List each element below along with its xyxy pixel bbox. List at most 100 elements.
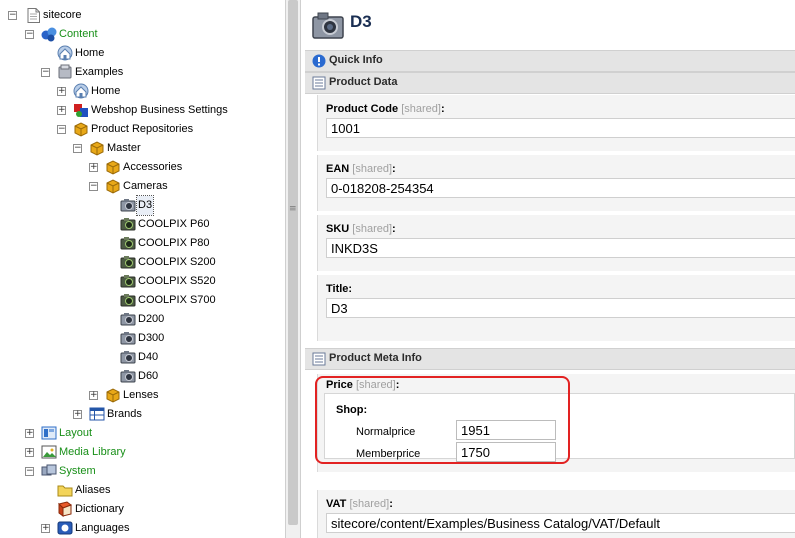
tree-item-camera[interactable]: COOLPIX S520	[0, 272, 220, 291]
tree-item-cameras[interactable]: − Cameras	[0, 177, 200, 196]
product-code-input[interactable]: 1001	[326, 118, 795, 138]
camera-icon	[120, 349, 136, 365]
tree-label[interactable]: COOLPIX S700	[137, 291, 217, 310]
tree-item-accessories[interactable]: + Accessories	[0, 158, 200, 177]
tree-item-camera[interactable]: D40	[0, 348, 200, 367]
collapse-toggle[interactable]: −	[89, 182, 98, 191]
normalprice-input[interactable]: 1951	[456, 420, 556, 440]
camera-icon	[120, 273, 136, 289]
tree-item-webshop-settings[interactable]: + Webshop Business Settings	[0, 101, 240, 120]
camera-icon	[120, 330, 136, 346]
tree-scrollbar[interactable]	[285, 0, 301, 538]
tree-item-languages[interactable]: + Languages	[0, 519, 150, 538]
tree-label[interactable]: COOLPIX S200	[137, 253, 217, 272]
tree-item-camera[interactable]: COOLPIX S700	[0, 291, 220, 310]
section-product-meta-info[interactable]: Product Meta Info	[305, 348, 795, 370]
system-icon	[41, 463, 57, 479]
tree-label[interactable]: D60	[137, 367, 159, 386]
camera-icon	[120, 311, 136, 327]
expand-toggle[interactable]: +	[57, 87, 66, 96]
sku-input[interactable]: INKD3S	[326, 238, 795, 258]
tree-item-media-library[interactable]: + Media Library	[0, 443, 170, 462]
tree-label[interactable]: Lenses	[122, 386, 159, 405]
tree-label[interactable]: D40	[137, 348, 159, 367]
tree-item-camera[interactable]: COOLPIX P80	[0, 234, 220, 253]
price-editor: Shop: Normalprice 1951 Memberprice 1750	[324, 393, 795, 462]
title-input[interactable]: D3	[326, 298, 795, 318]
tree-label[interactable]: System	[58, 462, 97, 481]
expand-toggle[interactable]: +	[73, 410, 82, 419]
tree-label[interactable]: Aliases	[74, 481, 111, 500]
tree-item-lenses[interactable]: + Lenses	[0, 386, 200, 405]
vat-input[interactable]: sitecore/content/Examples/Business Catal…	[326, 513, 795, 533]
tree-label[interactable]: Examples	[74, 63, 124, 82]
camera-icon	[120, 292, 136, 308]
tree-item-camera[interactable]: COOLPIX P60	[0, 215, 220, 234]
collapse-toggle[interactable]: −	[25, 467, 34, 476]
tree-label[interactable]: Master	[106, 139, 142, 158]
splitter-grip-icon[interactable]: ≡	[289, 204, 297, 214]
collapse-toggle[interactable]: −	[41, 68, 50, 77]
tree-item-sitecore[interactable]: − sitecore	[0, 6, 100, 25]
section-quick-info[interactable]: Quick Info	[305, 50, 795, 72]
tree-label[interactable]: Webshop Business Settings	[90, 101, 229, 120]
collapse-toggle[interactable]: −	[73, 144, 82, 153]
normalprice-label: Normalprice	[356, 426, 416, 438]
expand-toggle[interactable]: +	[89, 391, 98, 400]
memberprice-input[interactable]: 1750	[456, 442, 556, 462]
tree-item-master[interactable]: − Master	[0, 139, 160, 158]
tree-item-content[interactable]: − Content	[0, 25, 120, 44]
expand-toggle[interactable]: +	[89, 163, 98, 172]
tree-label[interactable]: Accessories	[122, 158, 183, 177]
tree-item-product-repositories[interactable]: − Product Repositories	[0, 120, 220, 139]
section-product-data[interactable]: Product Data	[305, 72, 795, 94]
tree-item-camera[interactable]: COOLPIX S200	[0, 253, 220, 272]
field-title: Title: D3	[317, 275, 795, 341]
tree-item-examples[interactable]: − Examples	[0, 63, 140, 82]
collapse-toggle[interactable]: −	[8, 11, 17, 20]
collapse-toggle[interactable]: −	[25, 30, 34, 39]
tree-label[interactable]: D200	[137, 310, 165, 329]
field-product-code: Product Code [shared]: 1001	[317, 95, 795, 151]
tree-label[interactable]: D300	[137, 329, 165, 348]
tree-item-layout[interactable]: + Layout	[0, 424, 150, 443]
tree-label[interactable]: D3	[135, 195, 155, 216]
tree-item-camera[interactable]: D60	[0, 367, 200, 386]
field-sku: SKU [shared]: INKD3S	[317, 215, 795, 271]
tree-item-camera[interactable]: D3	[0, 195, 200, 216]
tree-item-home[interactable]: + Home	[0, 82, 140, 101]
dictionary-icon	[57, 501, 73, 517]
expand-toggle[interactable]: +	[41, 524, 50, 533]
tree-item-dictionary[interactable]: Dictionary	[0, 500, 150, 519]
expand-toggle[interactable]: +	[25, 429, 34, 438]
tree-label[interactable]: Content	[58, 25, 99, 44]
tree-label[interactable]: sitecore	[42, 6, 83, 25]
collapse-toggle[interactable]: −	[57, 125, 66, 134]
tree-label[interactable]: COOLPIX P80	[137, 234, 211, 253]
tree-item-aliases[interactable]: Aliases	[0, 481, 150, 500]
expand-toggle[interactable]: +	[25, 448, 34, 457]
tree-label[interactable]: Home	[90, 82, 121, 101]
tree-item-camera[interactable]: D300	[0, 329, 200, 348]
ean-input[interactable]: 0-018208-254354	[326, 178, 795, 198]
tree-item-brands[interactable]: + Brands	[0, 405, 200, 424]
home-icon	[73, 83, 89, 99]
tree-label[interactable]: Media Library	[58, 443, 127, 462]
field-label: SKU [shared]:	[326, 223, 396, 235]
tree-label[interactable]: Languages	[74, 519, 130, 538]
tree-label[interactable]: COOLPIX S520	[137, 272, 217, 291]
scrollbar-thumb[interactable]	[288, 0, 298, 525]
tree-item-home[interactable]: Home	[0, 44, 120, 63]
tree-label[interactable]: Product Repositories	[90, 120, 194, 139]
expand-toggle[interactable]: +	[57, 106, 66, 115]
tree-label[interactable]: Home	[74, 44, 105, 63]
tree-label[interactable]: Cameras	[122, 177, 169, 196]
image-icon	[41, 444, 57, 460]
tree-label[interactable]: Dictionary	[74, 500, 125, 519]
tree-item-system[interactable]: − System	[0, 462, 150, 481]
tree-label[interactable]: COOLPIX P60	[137, 215, 211, 234]
tree-label[interactable]: Brands	[106, 405, 143, 424]
tree-label[interactable]: Layout	[58, 424, 93, 443]
tree-item-camera[interactable]: D200	[0, 310, 200, 329]
field-ean: EAN [shared]: 0-018208-254354	[317, 155, 795, 211]
